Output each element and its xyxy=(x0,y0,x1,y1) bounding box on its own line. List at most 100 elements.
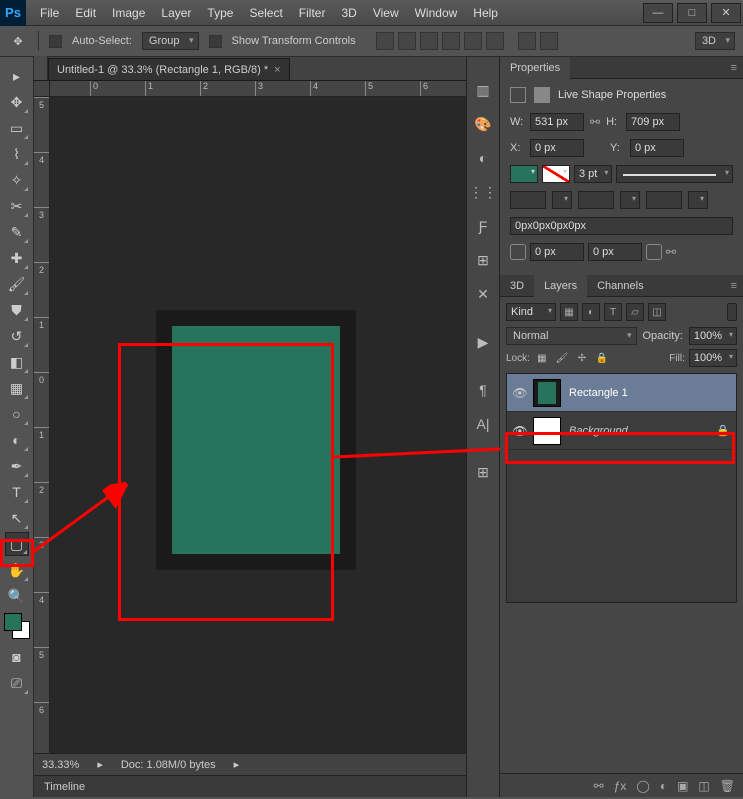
blend-mode-dropdown[interactable]: Normal xyxy=(506,327,637,345)
tab-channels[interactable]: Channels xyxy=(587,275,653,297)
dodge-tool[interactable]: ◐ xyxy=(5,428,29,452)
quick-mask-tool[interactable]: ◙ xyxy=(5,645,29,669)
3d-mode-dropdown[interactable]: 3D xyxy=(695,32,735,50)
dist-2-icon[interactable] xyxy=(540,32,558,50)
magic-wand-tool[interactable]: ✧ xyxy=(5,168,29,192)
auto-select-target[interactable]: Group xyxy=(142,32,199,50)
eraser-tool[interactable]: ◧ xyxy=(5,350,29,374)
filter-pixel-icon[interactable]: ▦ xyxy=(560,303,578,321)
lasso-tool[interactable]: ⌇ xyxy=(5,142,29,166)
canvas-viewport[interactable] xyxy=(50,97,466,753)
maximize-button[interactable]: □ xyxy=(677,3,707,23)
layer-thumbnail[interactable] xyxy=(533,379,561,407)
filter-kind-dropdown[interactable]: Kind xyxy=(506,303,556,321)
rectangle-shape[interactable] xyxy=(172,326,340,554)
menu-edit[interactable]: Edit xyxy=(67,2,104,24)
crop-tool[interactable]: ✂ xyxy=(5,194,29,218)
healing-tool[interactable]: ✚ xyxy=(5,246,29,270)
visibility-toggle[interactable]: 👁 xyxy=(507,386,533,400)
align-left-icon[interactable] xyxy=(442,32,460,50)
show-transform-checkbox[interactable] xyxy=(209,35,222,48)
tab-layers[interactable]: Layers xyxy=(534,275,587,297)
link-layers-icon[interactable]: ⚯ xyxy=(594,779,604,793)
layer-background[interactable]: 👁 Background 🔒 xyxy=(507,412,736,450)
opacity-input[interactable]: 100% xyxy=(689,327,737,345)
grid-panel-icon[interactable]: ⊞ xyxy=(472,461,494,483)
fx-icon[interactable]: ƒx xyxy=(614,779,627,793)
lock-icon[interactable]: 🔒 xyxy=(716,424,736,437)
filter-type-icon[interactable]: T xyxy=(604,303,622,321)
align-top-icon[interactable] xyxy=(376,32,394,50)
align-bottom-icon[interactable] xyxy=(420,32,438,50)
align-hcenter-icon[interactable] xyxy=(464,32,482,50)
menu-help[interactable]: Help xyxy=(465,2,506,24)
char-panel1-icon[interactable]: ⊞ xyxy=(472,249,494,271)
hand-tool[interactable]: ✋ xyxy=(5,558,29,582)
menu-view[interactable]: View xyxy=(365,2,407,24)
layers-menu-icon[interactable]: ≡ xyxy=(725,280,743,292)
zoom-level[interactable]: 33.33% xyxy=(42,759,79,771)
filter-toggle[interactable] xyxy=(727,303,737,321)
width-input[interactable] xyxy=(530,113,584,131)
delete-icon[interactable]: 🗑 xyxy=(720,779,735,793)
gradient-tool[interactable]: ▦ xyxy=(5,376,29,400)
tab-collapse[interactable] xyxy=(34,56,48,80)
mask-icon[interactable]: ◯ xyxy=(636,779,649,793)
stroke-align-3[interactable] xyxy=(646,191,682,209)
lock-paint-icon[interactable]: 🖌 xyxy=(554,350,570,366)
adjust-icon[interactable]: ◐ xyxy=(660,779,667,793)
adjust-panel-icon[interactable]: ✕ xyxy=(472,283,494,305)
caret-icon[interactable]: ▸ xyxy=(234,758,240,771)
x-input[interactable] xyxy=(530,139,584,157)
fill-input[interactable]: 100% xyxy=(689,349,737,367)
corner-radius-text[interactable] xyxy=(510,217,733,235)
brush-tool[interactable]: 🖌 xyxy=(5,272,29,296)
color-panel-icon[interactable]: 🎨 xyxy=(472,113,494,135)
fill-color-chip[interactable] xyxy=(510,165,538,183)
stroke-color-chip[interactable] xyxy=(542,165,570,183)
arrow-icon[interactable]: ▸ xyxy=(97,758,103,771)
filter-adj-icon[interactable]: ◐ xyxy=(582,303,600,321)
character-panel-icon[interactable]: A| xyxy=(472,413,494,435)
corner-tl-input[interactable] xyxy=(530,243,584,261)
lock-all-icon[interactable]: 🔒 xyxy=(594,350,610,366)
close-button[interactable]: ✕ xyxy=(711,3,741,23)
styles-panel-icon[interactable]: Ƒ xyxy=(472,215,494,237)
menu-image[interactable]: Image xyxy=(104,2,153,24)
corner-tr-input[interactable] xyxy=(588,243,642,261)
link-radius-icon[interactable]: ⚯ xyxy=(666,245,676,259)
rectangle-tool[interactable]: ▢ xyxy=(5,532,29,556)
move-tool[interactable]: ✥ xyxy=(5,90,29,114)
timeline-panel[interactable]: Timeline xyxy=(34,775,466,797)
stroke-align-1-dd[interactable] xyxy=(552,191,572,209)
marquee-tool[interactable]: ▭ xyxy=(5,116,29,140)
menu-filter[interactable]: Filter xyxy=(291,2,334,24)
height-input[interactable] xyxy=(626,113,680,131)
stroke-align-2-dd[interactable] xyxy=(620,191,640,209)
type-tool[interactable]: T xyxy=(5,480,29,504)
doc-info[interactable]: Doc: 1.08M/0 bytes xyxy=(121,759,216,771)
layer-thumbnail[interactable] xyxy=(533,417,561,445)
menu-3d[interactable]: 3D xyxy=(333,2,364,24)
zoom-tool[interactable]: 🔍 xyxy=(5,584,29,608)
history-brush-tool[interactable]: ↺ xyxy=(5,324,29,348)
color-swatches[interactable] xyxy=(4,613,30,639)
play-panel-icon[interactable]: ▶ xyxy=(472,331,494,353)
menu-window[interactable]: Window xyxy=(407,2,466,24)
link-wh-icon[interactable]: ⚯ xyxy=(590,115,600,129)
align-vcenter-icon[interactable] xyxy=(398,32,416,50)
group-icon[interactable]: ▣ xyxy=(677,779,688,793)
history-panel-icon[interactable]: ▥ xyxy=(472,79,494,101)
brushes-panel-icon[interactable]: ⋮⋮ xyxy=(472,181,494,203)
filter-shape-icon[interactable]: ▱ xyxy=(626,303,644,321)
layer-rectangle-1[interactable]: 👁 Rectangle 1 xyxy=(507,374,736,412)
properties-tab[interactable]: Properties xyxy=(500,57,570,79)
properties-menu-icon[interactable]: ≡ xyxy=(725,62,743,74)
layer-name[interactable]: Background xyxy=(569,425,716,437)
dist-1-icon[interactable] xyxy=(518,32,536,50)
stroke-style-dropdown[interactable] xyxy=(616,165,733,183)
paragraph-panel-icon[interactable]: ¶ xyxy=(472,379,494,401)
collapse-tool-icon[interactable]: ▸ xyxy=(5,64,29,88)
filter-smart-icon[interactable]: ◫ xyxy=(648,303,666,321)
screen-mode-tool[interactable]: ⎚ xyxy=(5,671,29,695)
